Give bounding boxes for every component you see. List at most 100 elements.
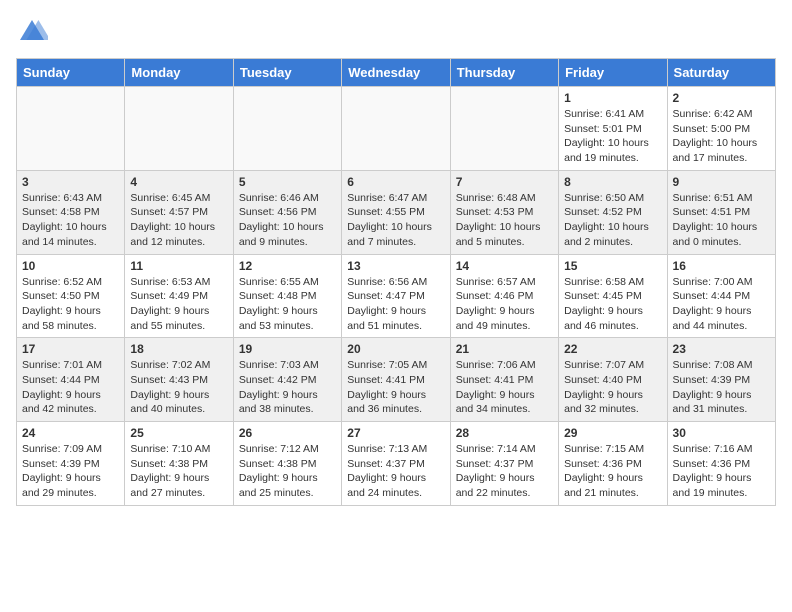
day-number: 2 bbox=[673, 91, 770, 105]
day-number: 17 bbox=[22, 342, 119, 356]
day-info: Sunrise: 6:57 AMSunset: 4:46 PMDaylight:… bbox=[456, 275, 553, 334]
day-info: Sunrise: 7:06 AMSunset: 4:41 PMDaylight:… bbox=[456, 358, 553, 417]
logo bbox=[16, 16, 52, 48]
calendar-day: 18 Sunrise: 7:02 AMSunset: 4:43 PMDayligh… bbox=[125, 338, 233, 422]
calendar-header-row: SundayMondayTuesdayWednesdayThursdayFrid… bbox=[17, 59, 776, 87]
calendar-table: SundayMondayTuesdayWednesdayThursdayFrid… bbox=[16, 58, 776, 506]
day-number: 15 bbox=[564, 259, 661, 273]
calendar-day: 2 Sunrise: 6:42 AMSunset: 5:00 PMDaylight… bbox=[667, 87, 775, 171]
day-info: Sunrise: 7:07 AMSunset: 4:40 PMDaylight:… bbox=[564, 358, 661, 417]
calendar-day: 26 Sunrise: 7:12 AMSunset: 4:38 PMDayligh… bbox=[233, 422, 341, 506]
day-info: Sunrise: 6:53 AMSunset: 4:49 PMDaylight:… bbox=[130, 275, 227, 334]
calendar-day: 11 Sunrise: 6:53 AMSunset: 4:49 PMDayligh… bbox=[125, 254, 233, 338]
calendar-day bbox=[342, 87, 450, 171]
day-number: 1 bbox=[564, 91, 661, 105]
calendar-day: 30 Sunrise: 7:16 AMSunset: 4:36 PMDayligh… bbox=[667, 422, 775, 506]
calendar-day: 23 Sunrise: 7:08 AMSunset: 4:39 PMDayligh… bbox=[667, 338, 775, 422]
calendar-day: 16Sunrise: 7:00 AMSunset: 4:44 PMDayligh… bbox=[667, 254, 775, 338]
calendar-day: 22 Sunrise: 7:07 AMSunset: 4:40 PMDayligh… bbox=[559, 338, 667, 422]
day-info: Sunrise: 7:01 AMSunset: 4:44 PMDaylight:… bbox=[22, 358, 119, 417]
calendar-day: 17 Sunrise: 7:01 AMSunset: 4:44 PMDayligh… bbox=[17, 338, 125, 422]
day-number: 16 bbox=[673, 259, 770, 273]
header-thursday: Thursday bbox=[450, 59, 558, 87]
day-number: 26 bbox=[239, 426, 336, 440]
calendar-day: 7 Sunrise: 6:48 AMSunset: 4:53 PMDaylight… bbox=[450, 170, 558, 254]
day-number: 3 bbox=[22, 175, 119, 189]
calendar-day: 20 Sunrise: 7:05 AMSunset: 4:41 PMDayligh… bbox=[342, 338, 450, 422]
calendar-day: 14 Sunrise: 6:57 AMSunset: 4:46 PMDayligh… bbox=[450, 254, 558, 338]
day-number: 21 bbox=[456, 342, 553, 356]
calendar-day: 19Sunrise: 7:03 AMSunset: 4:42 PMDayligh… bbox=[233, 338, 341, 422]
day-number: 7 bbox=[456, 175, 553, 189]
day-number: 8 bbox=[564, 175, 661, 189]
day-number: 6 bbox=[347, 175, 444, 189]
day-info: Sunrise: 7:12 AMSunset: 4:38 PMDaylight:… bbox=[239, 442, 336, 501]
day-info: Sunrise: 7:15 AMSunset: 4:36 PMDaylight:… bbox=[564, 442, 661, 501]
calendar-day bbox=[233, 87, 341, 171]
calendar-week-3: 10 Sunrise: 6:52 AMSunset: 4:50 PMDayligh… bbox=[17, 254, 776, 338]
day-info: Sunrise: 6:47 AMSunset: 4:55 PMDaylight:… bbox=[347, 191, 444, 250]
header-sunday: Sunday bbox=[17, 59, 125, 87]
calendar-day: 3 Sunrise: 6:43 AMSunset: 4:58 PMDaylight… bbox=[17, 170, 125, 254]
calendar-day: 13 Sunrise: 6:56 AMSunset: 4:47 PMDayligh… bbox=[342, 254, 450, 338]
day-number: 4 bbox=[130, 175, 227, 189]
day-info: Sunrise: 6:50 AMSunset: 4:52 PMDaylight:… bbox=[564, 191, 661, 250]
day-info: Sunrise: 7:14 AMSunset: 4:37 PMDaylight:… bbox=[456, 442, 553, 501]
day-info: Sunrise: 6:48 AMSunset: 4:53 PMDaylight:… bbox=[456, 191, 553, 250]
calendar-week-1: 1Sunrise: 6:41 AMSunset: 5:01 PMDaylight… bbox=[17, 87, 776, 171]
calendar-day: 25 Sunrise: 7:10 AMSunset: 4:38 PMDayligh… bbox=[125, 422, 233, 506]
day-number: 11 bbox=[130, 259, 227, 273]
calendar-day: 24Sunrise: 7:09 AMSunset: 4:39 PMDayligh… bbox=[17, 422, 125, 506]
day-info: Sunrise: 6:42 AMSunset: 5:00 PMDaylight:… bbox=[673, 107, 770, 166]
calendar-day: 27 Sunrise: 7:13 AMSunset: 4:37 PMDayligh… bbox=[342, 422, 450, 506]
day-info: Sunrise: 6:43 AMSunset: 4:58 PMDaylight:… bbox=[22, 191, 119, 250]
calendar-day: 10 Sunrise: 6:52 AMSunset: 4:50 PMDayligh… bbox=[17, 254, 125, 338]
day-number: 30 bbox=[673, 426, 770, 440]
calendar-day: 12 Sunrise: 6:55 AMSunset: 4:48 PMDayligh… bbox=[233, 254, 341, 338]
day-info: Sunrise: 7:03 AMSunset: 4:42 PMDaylight:… bbox=[239, 358, 336, 417]
calendar-day: 5Sunrise: 6:46 AMSunset: 4:56 PMDaylight… bbox=[233, 170, 341, 254]
day-info: Sunrise: 6:58 AMSunset: 4:45 PMDaylight:… bbox=[564, 275, 661, 334]
day-number: 22 bbox=[564, 342, 661, 356]
day-number: 23 bbox=[673, 342, 770, 356]
calendar-day: 9 Sunrise: 6:51 AMSunset: 4:51 PMDaylight… bbox=[667, 170, 775, 254]
calendar-day: 21 Sunrise: 7:06 AMSunset: 4:41 PMDayligh… bbox=[450, 338, 558, 422]
day-number: 29 bbox=[564, 426, 661, 440]
calendar-day bbox=[17, 87, 125, 171]
day-number: 27 bbox=[347, 426, 444, 440]
day-info: Sunrise: 7:13 AMSunset: 4:37 PMDaylight:… bbox=[347, 442, 444, 501]
header-tuesday: Tuesday bbox=[233, 59, 341, 87]
calendar-week-5: 24Sunrise: 7:09 AMSunset: 4:39 PMDayligh… bbox=[17, 422, 776, 506]
calendar-day bbox=[450, 87, 558, 171]
day-info: Sunrise: 6:56 AMSunset: 4:47 PMDaylight:… bbox=[347, 275, 444, 334]
day-info: Sunrise: 6:51 AMSunset: 4:51 PMDaylight:… bbox=[673, 191, 770, 250]
calendar-day: 8 Sunrise: 6:50 AMSunset: 4:52 PMDaylight… bbox=[559, 170, 667, 254]
day-number: 12 bbox=[239, 259, 336, 273]
day-info: Sunrise: 7:16 AMSunset: 4:36 PMDaylight:… bbox=[673, 442, 770, 501]
day-info: Sunrise: 7:10 AMSunset: 4:38 PMDaylight:… bbox=[130, 442, 227, 501]
calendar-day: 15 Sunrise: 6:58 AMSunset: 4:45 PMDayligh… bbox=[559, 254, 667, 338]
day-number: 18 bbox=[130, 342, 227, 356]
day-info: Sunrise: 7:02 AMSunset: 4:43 PMDaylight:… bbox=[130, 358, 227, 417]
day-number: 24 bbox=[22, 426, 119, 440]
day-info: Sunrise: 7:08 AMSunset: 4:39 PMDaylight:… bbox=[673, 358, 770, 417]
calendar-day: 1Sunrise: 6:41 AMSunset: 5:01 PMDaylight… bbox=[559, 87, 667, 171]
calendar-day: 4Sunrise: 6:45 AMSunset: 4:57 PMDaylight… bbox=[125, 170, 233, 254]
day-info: Sunrise: 6:55 AMSunset: 4:48 PMDaylight:… bbox=[239, 275, 336, 334]
header-friday: Friday bbox=[559, 59, 667, 87]
day-number: 28 bbox=[456, 426, 553, 440]
logo-icon bbox=[16, 16, 48, 48]
day-info: Sunrise: 6:52 AMSunset: 4:50 PMDaylight:… bbox=[22, 275, 119, 334]
day-number: 5 bbox=[239, 175, 336, 189]
calendar-day: 28 Sunrise: 7:14 AMSunset: 4:37 PMDayligh… bbox=[450, 422, 558, 506]
calendar-week-2: 3 Sunrise: 6:43 AMSunset: 4:58 PMDaylight… bbox=[17, 170, 776, 254]
header-wednesday: Wednesday bbox=[342, 59, 450, 87]
day-number: 14 bbox=[456, 259, 553, 273]
day-number: 13 bbox=[347, 259, 444, 273]
day-number: 20 bbox=[347, 342, 444, 356]
day-number: 25 bbox=[130, 426, 227, 440]
day-number: 10 bbox=[22, 259, 119, 273]
day-number: 9 bbox=[673, 175, 770, 189]
header-monday: Monday bbox=[125, 59, 233, 87]
day-info: Sunrise: 7:05 AMSunset: 4:41 PMDaylight:… bbox=[347, 358, 444, 417]
